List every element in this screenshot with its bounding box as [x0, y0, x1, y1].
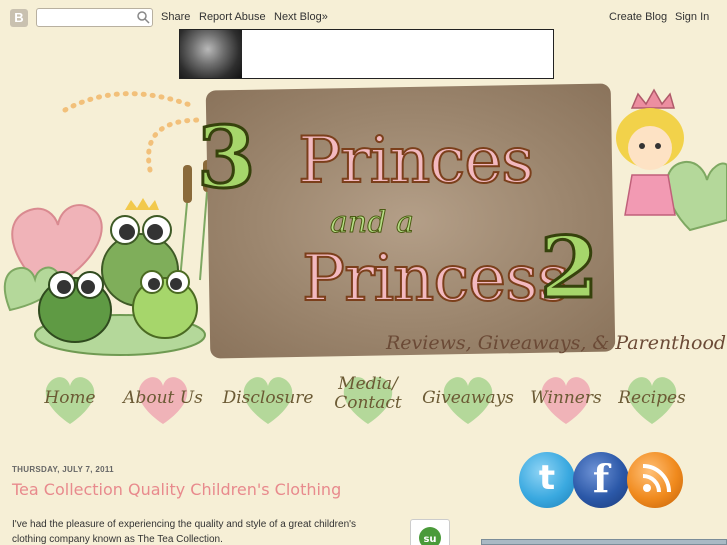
menu-label: Home	[44, 388, 96, 408]
menu-label: Giveaways	[422, 388, 514, 408]
blogger-logo-icon[interactable]: B	[10, 9, 28, 27]
main-menu: Home About Us Disclosure Media/ Contact …	[0, 370, 727, 430]
sidebar-widget	[481, 539, 727, 545]
twitter-button[interactable]: t	[519, 452, 575, 508]
menu-label: Winners	[530, 388, 602, 408]
create-blog-link[interactable]: Create Blog	[609, 11, 667, 23]
menu-label: Disclosure	[222, 388, 314, 408]
rss-button[interactable]	[627, 452, 683, 508]
title-princes: Princes	[297, 123, 535, 199]
twitter-icon: t	[538, 458, 556, 498]
ad-banner[interactable]	[179, 29, 554, 79]
menu-item-about-us[interactable]: About Us	[118, 370, 208, 430]
menu-label: About Us	[123, 388, 203, 408]
stumbleupon-button[interactable]: su	[410, 519, 450, 545]
menu-item-winners[interactable]: Winners	[526, 370, 606, 430]
facebook-icon: f	[592, 456, 610, 501]
header-banner[interactable]: 3 Princes and a Princess 2 Reviews, Give…	[0, 80, 727, 370]
menu-item-media-contact[interactable]: Media/ Contact	[328, 370, 408, 430]
svg-text:su: su	[423, 534, 436, 545]
menu-item-disclosure[interactable]: Disclosure	[218, 370, 318, 430]
share-link[interactable]: Share	[161, 11, 190, 23]
title-number-two: 2	[538, 217, 599, 319]
title-and-a: and a	[330, 205, 415, 241]
menu-item-recipes[interactable]: Recipes	[612, 370, 692, 430]
menu-label: Recipes	[618, 388, 686, 408]
menu-label: Media/ Contact	[334, 374, 402, 413]
title-princess: Princess	[301, 241, 571, 317]
menu-item-giveaways[interactable]: Giveaways	[418, 370, 518, 430]
blog-tagline: Reviews, Giveaways, & Parenthood	[386, 332, 727, 354]
facebook-button[interactable]: f	[573, 452, 629, 508]
report-abuse-link[interactable]: Report Abuse	[199, 11, 266, 23]
menu-item-home[interactable]: Home	[40, 370, 100, 430]
title-number-three: 3	[195, 107, 256, 209]
next-blog-link[interactable]: Next Blog»	[274, 11, 328, 23]
search-icon[interactable]	[136, 10, 150, 24]
ad-image	[180, 30, 242, 78]
stumbleupon-icon: su	[419, 527, 441, 545]
post-body: I've had the pleasure of experiencing th…	[12, 519, 357, 545]
post-date: THURSDAY, JULY 7, 2011	[12, 465, 114, 474]
post-title[interactable]: Tea Collection Quality Children's Clothi…	[12, 480, 341, 499]
rss-icon	[642, 464, 671, 493]
sign-in-link[interactable]: Sign In	[675, 11, 709, 23]
